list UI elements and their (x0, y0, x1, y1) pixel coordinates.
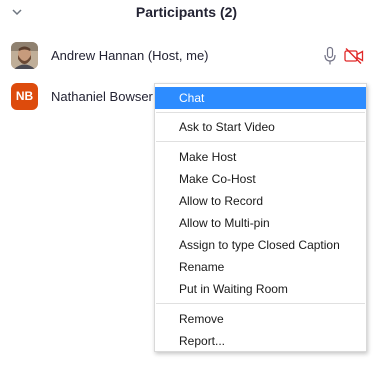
menu-item-make-host[interactable]: Make Host (155, 146, 366, 168)
participant-name: Andrew Hannan (Host, me) (51, 48, 209, 63)
participant-row[interactable]: Andrew Hannan (Host, me) (0, 41, 373, 71)
menu-divider (156, 141, 365, 142)
menu-divider (156, 303, 365, 304)
menu-item-assign-closed-caption[interactable]: Assign to type Closed Caption (155, 234, 366, 256)
participants-panel: Participants (2) Andrew Hannan (Host, me… (0, 0, 373, 372)
menu-item-report[interactable]: Report... (155, 330, 366, 352)
video-off-icon[interactable] (344, 47, 364, 65)
menu-item-remove[interactable]: Remove (155, 308, 366, 330)
participant-name: Nathaniel Bowser (51, 89, 153, 104)
panel-title: Participants (2) (135, 4, 238, 20)
menu-item-chat[interactable]: Chat (155, 87, 366, 109)
menu-item-put-in-waiting-room[interactable]: Put in Waiting Room (155, 278, 366, 300)
menu-item-make-co-host[interactable]: Make Co-Host (155, 168, 366, 190)
menu-divider (156, 112, 365, 113)
menu-item-rename[interactable]: Rename (155, 256, 366, 278)
participant-context-menu: Chat Ask to Start Video Make Host Make C… (154, 83, 367, 352)
menu-item-allow-to-multi-pin[interactable]: Allow to Multi-pin (155, 212, 366, 234)
participants-header: Participants (2) (0, 0, 373, 26)
menu-item-ask-to-start-video[interactable]: Ask to Start Video (155, 116, 366, 138)
menu-item-allow-to-record[interactable]: Allow to Record (155, 190, 366, 212)
avatar: NB (11, 83, 38, 110)
avatar (11, 42, 38, 69)
microphone-icon[interactable] (323, 46, 337, 66)
